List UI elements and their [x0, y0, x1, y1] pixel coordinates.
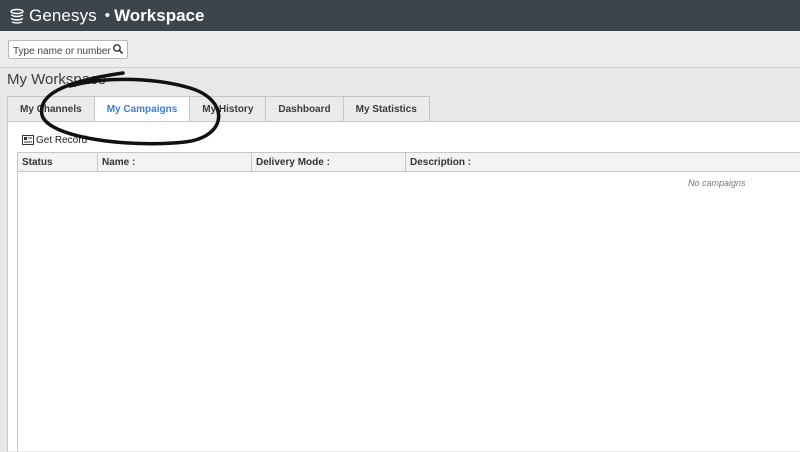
genesys-logo-icon [10, 8, 24, 24]
search-box[interactable] [8, 40, 128, 60]
empty-table-message: No campaigns [688, 178, 746, 188]
tab-my-channels[interactable]: My Channels [7, 96, 95, 122]
column-header-description[interactable]: Description : [406, 153, 800, 171]
page-title: My Workspace [7, 71, 106, 88]
tab-my-statistics[interactable]: My Statistics [343, 96, 430, 122]
search-input[interactable] [9, 43, 113, 60]
column-header-name[interactable]: Name : [98, 153, 252, 171]
get-record-icon [22, 135, 34, 145]
tab-dashboard[interactable]: Dashboard [266, 96, 344, 122]
title-separator: • [104, 7, 111, 24]
campaigns-panel: Get Record Status Name : Delivery Mode :… [7, 121, 800, 452]
table-header: Status Name : Delivery Mode : Descriptio… [18, 153, 800, 172]
campaigns-table: Status Name : Delivery Mode : Descriptio… [17, 152, 800, 452]
search-icon[interactable] [112, 43, 124, 55]
get-record-label: Get Record [36, 134, 88, 146]
column-header-status[interactable]: Status [18, 153, 98, 171]
workspace-tabs: My Channels My Campaigns My History Dash… [7, 96, 430, 123]
column-header-delivery-mode[interactable]: Delivery Mode : [252, 153, 406, 171]
search-bar [0, 31, 800, 68]
top-bar: Genesys • Workspace [0, 0, 800, 31]
get-record-button[interactable]: Get Record [22, 133, 87, 147]
tab-my-campaigns[interactable]: My Campaigns [94, 96, 191, 123]
tab-my-history[interactable]: My History [190, 96, 267, 122]
app-name: Workspace [114, 5, 205, 25]
brand-name: Genesys [29, 5, 97, 25]
